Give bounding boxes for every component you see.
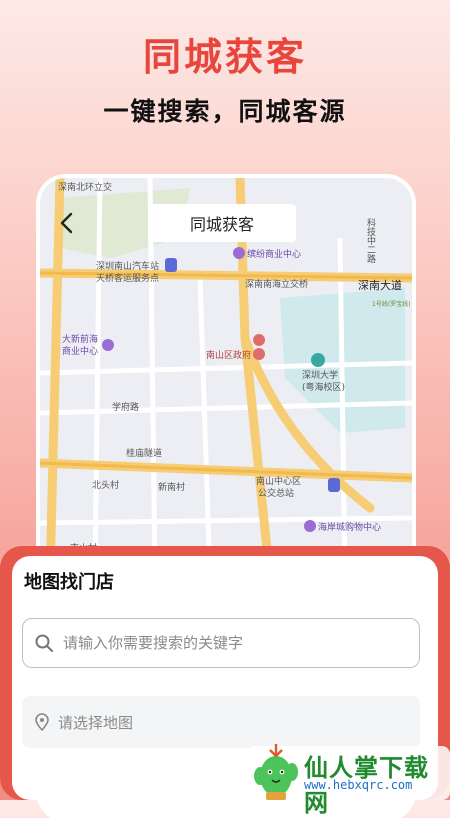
map-label: 深南南海立交桥 — [245, 278, 308, 290]
map-label: (粤海校区) — [302, 381, 345, 393]
hero-subtitle: 一键搜索，同城客源 — [103, 97, 347, 126]
university-marker-icon — [311, 353, 325, 367]
map-label: 大新前海 — [62, 333, 98, 345]
map-label: 1号线(罗宝线) — [372, 300, 411, 308]
map-label: 深圳南山汽车站 — [96, 260, 159, 272]
map-select-field[interactable]: 请选择地图 — [22, 696, 420, 748]
map-label: 天桥客运服务点 — [96, 272, 159, 284]
map-label: 科技中二路 — [365, 217, 376, 264]
coastal-mall-marker-icon — [304, 520, 316, 532]
qianhai-marker-icon — [102, 339, 114, 351]
map-label: 南山区政府 — [206, 349, 251, 361]
map-label: 南山中心区 — [256, 475, 301, 487]
search-icon — [35, 634, 53, 652]
nav-title: 同城获客 — [148, 204, 296, 242]
hero-title: 同城获客 — [142, 35, 307, 79]
map-label: 新南村 — [158, 481, 185, 493]
mall-marker-icon — [233, 247, 245, 259]
map-label: 海岸城购物中心 — [318, 521, 381, 533]
chevron-left-icon — [60, 212, 73, 234]
bus-station-icon — [165, 258, 177, 272]
map-label: 桂庙隧道 — [126, 447, 162, 459]
map-label: 北头村 — [92, 479, 119, 491]
watermark-url: www.hebxqrc.com — [304, 778, 413, 792]
location-pin-icon — [35, 713, 49, 732]
map-label: 深南大道 — [358, 278, 402, 292]
back-button[interactable] — [52, 208, 82, 238]
map-label: 深南北环立交 — [58, 181, 112, 193]
map-label: 学府路 — [112, 401, 139, 413]
search-field[interactable] — [22, 618, 420, 668]
map-label: 缤纷商业中心 — [247, 248, 301, 260]
map-label: 公交总站 — [258, 487, 294, 499]
map-label: 商业中心 — [62, 345, 98, 357]
sheet-title: 地图找门店 — [24, 572, 114, 593]
search-input[interactable] — [61, 633, 405, 653]
map-select-label: 请选择地图 — [58, 713, 134, 732]
map-label: 深圳大学 — [302, 369, 338, 381]
bus-terminal-icon — [328, 478, 340, 492]
